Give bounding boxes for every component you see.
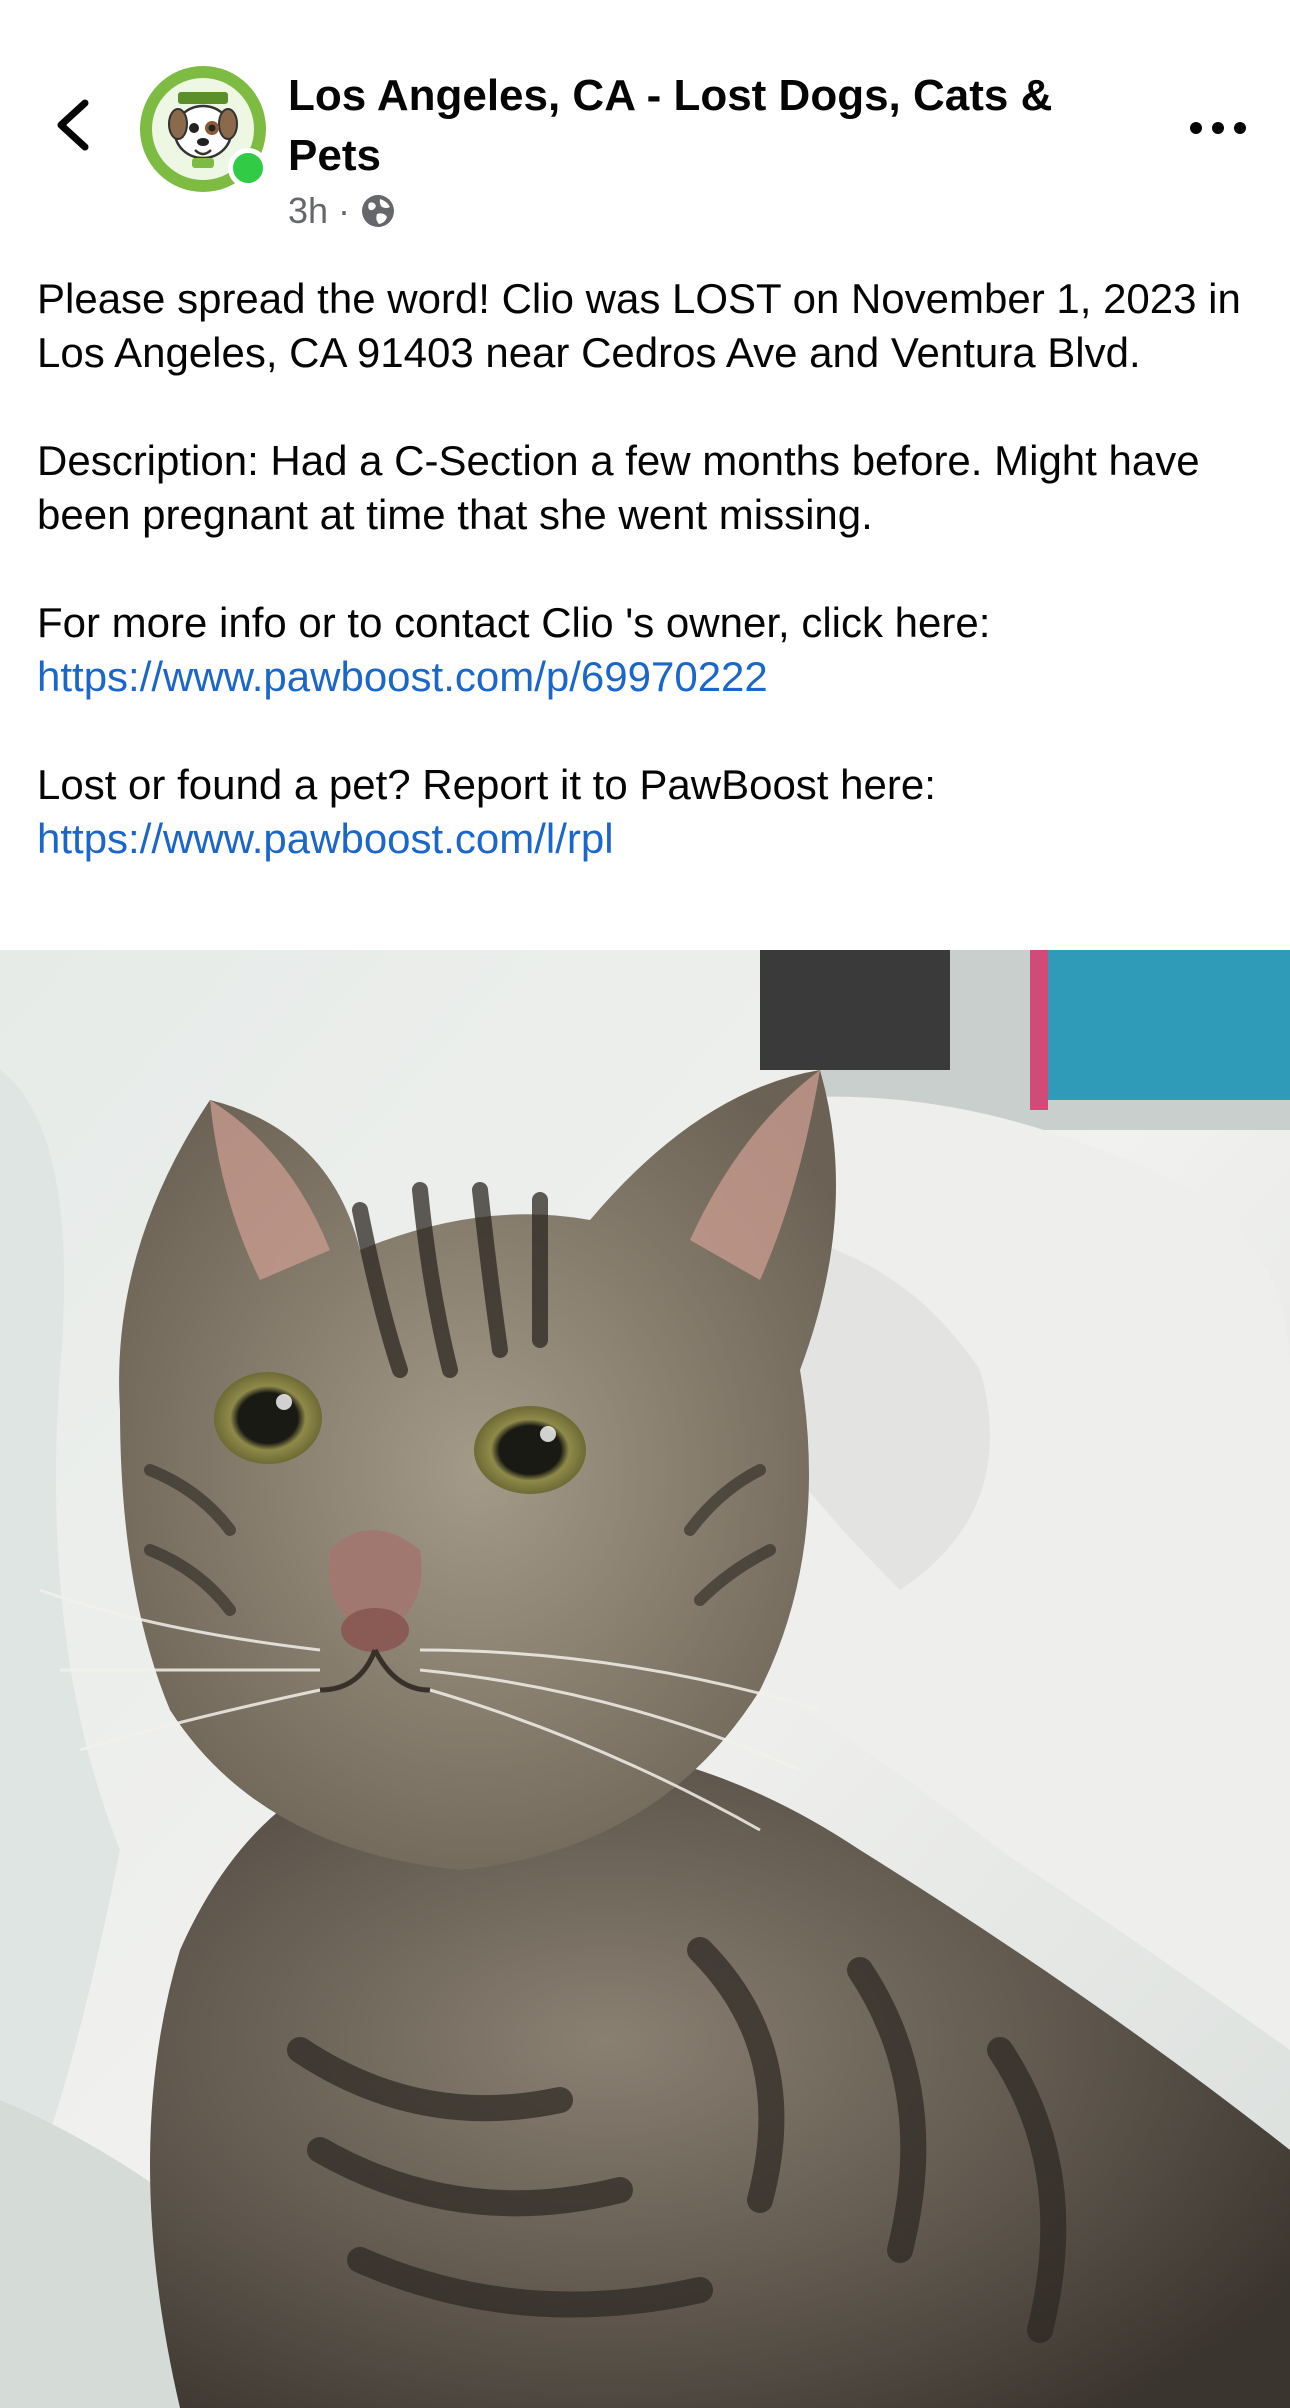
post-photo[interactable] bbox=[0, 950, 1290, 2408]
post-body: Please spread the word! Clio was LOST on… bbox=[37, 272, 1267, 920]
chevron-left-icon bbox=[57, 99, 89, 151]
post-timestamp[interactable]: 3h bbox=[288, 190, 328, 232]
contact-text: For more info or to contact Clio 's owne… bbox=[37, 599, 991, 646]
globe-icon bbox=[362, 195, 395, 227]
back-button[interactable] bbox=[38, 90, 108, 160]
post-paragraph-lost: Please spread the word! Clio was LOST on… bbox=[37, 275, 1241, 376]
group-name-link[interactable]: Los Angeles, CA - Lost Dogs, Cats & Pets bbox=[288, 66, 1108, 186]
meta-separator: · bbox=[338, 190, 351, 231]
online-status-dot bbox=[228, 148, 268, 188]
more-options-button[interactable] bbox=[1180, 100, 1256, 156]
more-horizontal-icon bbox=[1190, 122, 1246, 134]
post-paragraph-description: Description: Had a C-Section a few month… bbox=[37, 437, 1200, 538]
post-paragraph-report: Lost or found a pet? Report it to PawBoo… bbox=[37, 758, 1267, 866]
post-header: Los Angeles, CA - Lost Dogs, Cats & Pets… bbox=[0, 0, 1290, 250]
cat-photo-image bbox=[0, 950, 1290, 2408]
report-text: Lost or found a pet? Report it to PawBoo… bbox=[37, 761, 936, 808]
post-meta: 3h · bbox=[288, 190, 396, 232]
pawboost-report-link[interactable]: https://www.pawboost.com/l/rpl bbox=[37, 815, 614, 862]
post-paragraph-contact: For more info or to contact Clio 's owne… bbox=[37, 596, 1267, 704]
pawboost-pet-link[interactable]: https://www.pawboost.com/p/69970222 bbox=[37, 653, 768, 700]
group-avatar[interactable] bbox=[140, 66, 268, 192]
